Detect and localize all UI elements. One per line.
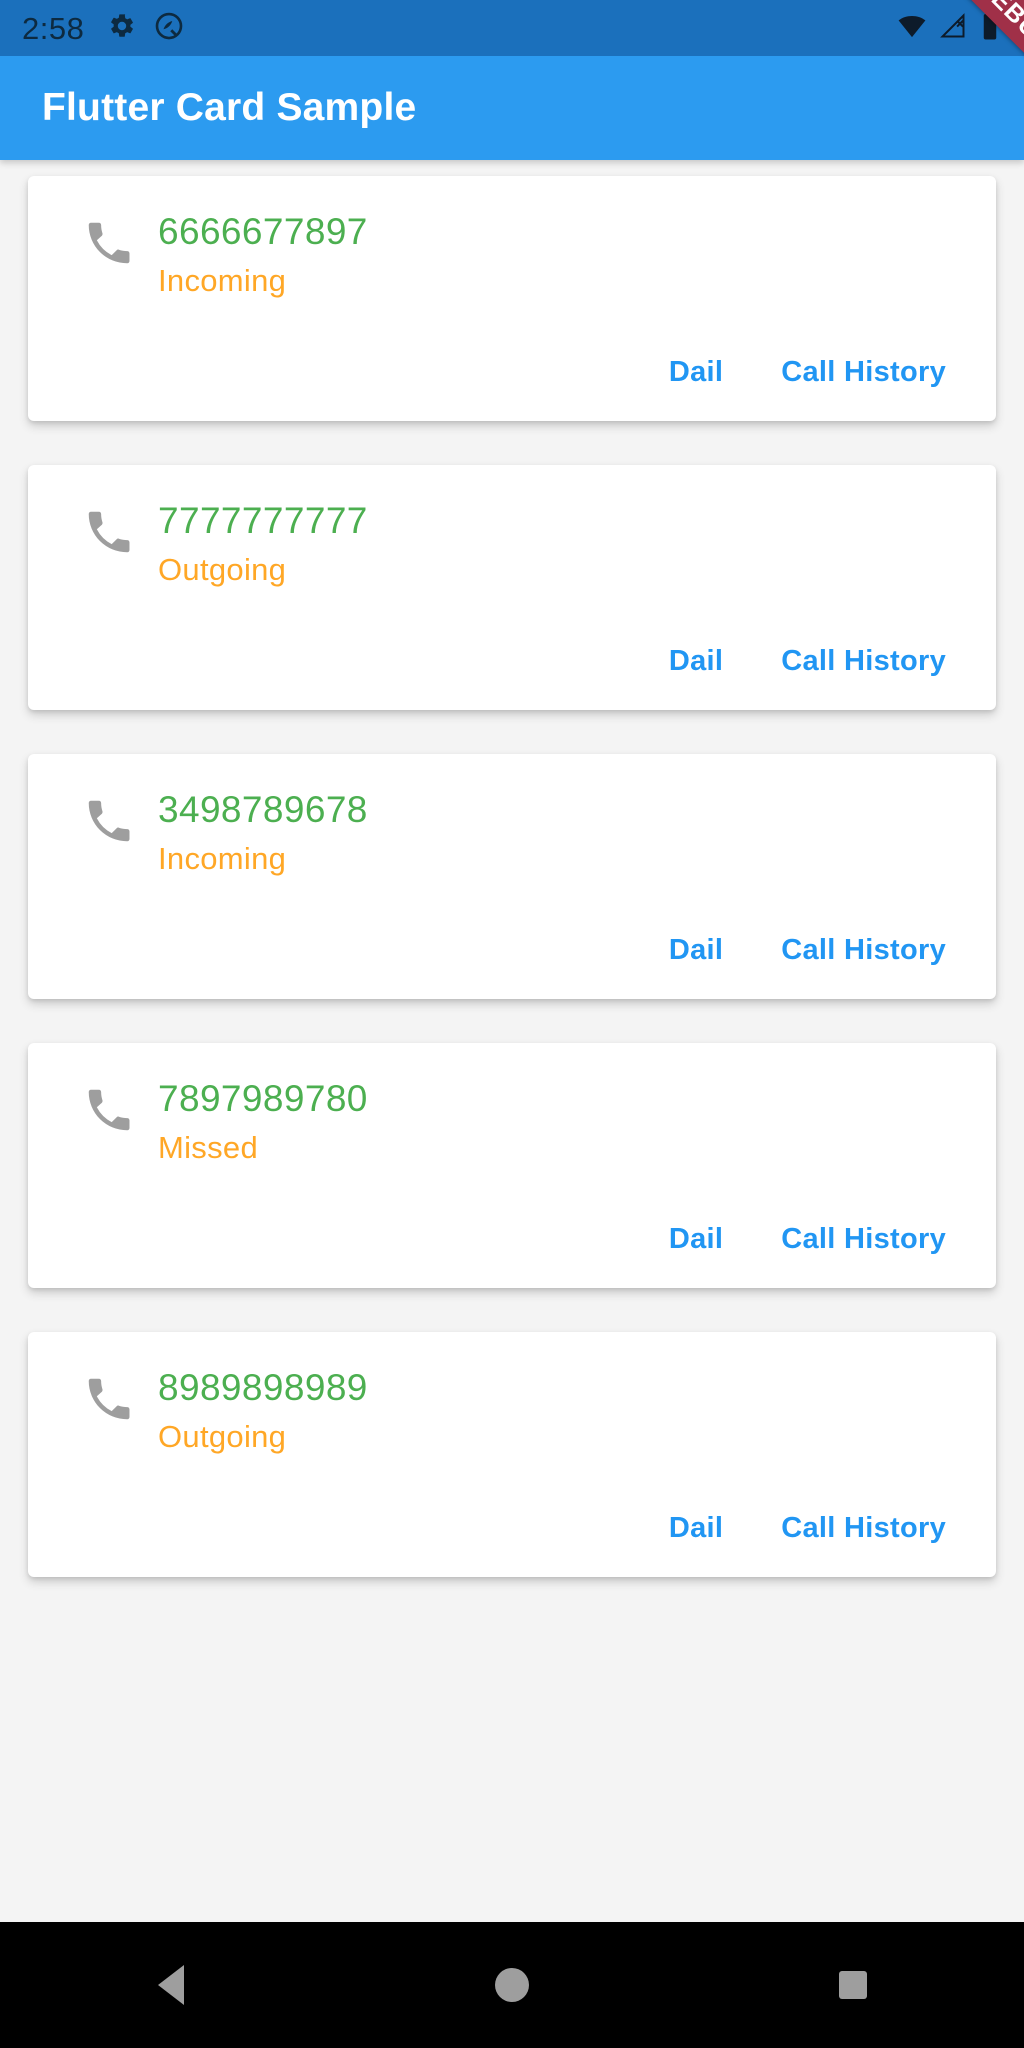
call-history-button[interactable]: Call History xyxy=(763,635,964,688)
call-card-header: 6666677897 Incoming xyxy=(54,210,970,302)
phone-icon xyxy=(78,216,140,270)
call-card[interactable]: 7777777777 Outgoing Dail Call History xyxy=(28,465,996,710)
circle-home-icon xyxy=(494,1968,529,2002)
status-bar-clock: 2:58 xyxy=(22,10,85,46)
phone-icon xyxy=(78,505,140,559)
call-status: Outgoing xyxy=(158,551,287,587)
wifi-icon xyxy=(896,12,928,45)
recents-button[interactable] xyxy=(778,1922,928,2048)
phone-icon xyxy=(78,794,140,848)
android-nav-bar xyxy=(0,1922,1024,2048)
call-card-actions: Dail Call History xyxy=(54,1502,970,1563)
call-number: 8989898989 xyxy=(158,1367,368,1408)
call-card-actions: Dail Call History xyxy=(54,635,970,696)
mobile-signal-off-icon xyxy=(938,12,968,45)
app-root: 2:58 Flutter Card Sample 6666677897 Inco… xyxy=(0,0,1024,2048)
call-card-actions: Dail Call History xyxy=(54,1213,970,1274)
call-card-header: 3498789678 Incoming xyxy=(54,788,970,880)
call-status: Incoming xyxy=(158,840,287,876)
card-list[interactable]: 6666677897 Incoming Dail Call History 77… xyxy=(0,160,1024,1922)
call-number: 3498789678 xyxy=(158,789,368,830)
call-card[interactable]: 6666677897 Incoming Dail Call History xyxy=(28,176,996,421)
phone-icon xyxy=(78,1372,140,1426)
call-card-actions: Dail Call History xyxy=(54,924,970,985)
dial-button[interactable]: Dail xyxy=(651,635,741,688)
call-history-button[interactable]: Call History xyxy=(763,1213,964,1266)
call-history-button[interactable]: Call History xyxy=(763,346,964,399)
call-card-text: 7777777777 Outgoing xyxy=(158,499,368,591)
triangle-back-icon xyxy=(157,1965,184,2005)
call-card-text: 6666677897 Incoming xyxy=(158,210,368,302)
gear-icon xyxy=(108,12,136,45)
call-card-header: 7897989780 Missed xyxy=(54,1077,970,1169)
square-recents-icon xyxy=(839,1971,868,1999)
call-history-button[interactable]: Call History xyxy=(763,924,964,977)
call-card[interactable]: 3498789678 Incoming Dail Call History xyxy=(28,754,996,999)
call-status: Missed xyxy=(158,1129,258,1165)
status-bar: 2:58 xyxy=(0,0,1024,56)
quick-settings-circle-icon xyxy=(154,11,184,46)
call-card-text: 7897989780 Missed xyxy=(158,1077,368,1169)
call-card-header: 7777777777 Outgoing xyxy=(54,499,970,591)
app-bar: Flutter Card Sample xyxy=(0,56,1024,160)
call-number: 7897989780 xyxy=(158,1078,368,1119)
phone-icon xyxy=(78,1083,140,1137)
battery-icon xyxy=(978,11,1002,46)
call-card-actions: Dail Call History xyxy=(54,346,970,407)
call-status: Outgoing xyxy=(158,1418,287,1454)
dial-button[interactable]: Dail xyxy=(651,1213,741,1266)
call-card-text: 8989898989 Outgoing xyxy=(158,1366,368,1458)
call-card-text: 3498789678 Incoming xyxy=(158,788,368,880)
status-bar-right-icons xyxy=(896,11,1008,46)
home-button[interactable] xyxy=(437,1922,587,2048)
call-status: Incoming xyxy=(158,262,287,298)
call-card[interactable]: 7897989780 Missed Dail Call History xyxy=(28,1043,996,1288)
call-card[interactable]: 8989898989 Outgoing Dail Call History xyxy=(28,1332,996,1577)
app-bar-title: Flutter Card Sample xyxy=(42,86,417,129)
dial-button[interactable]: Dail xyxy=(651,346,741,399)
back-button[interactable] xyxy=(96,1922,246,2048)
call-number: 7777777777 xyxy=(158,500,368,541)
dial-button[interactable]: Dail xyxy=(651,924,741,977)
call-history-button[interactable]: Call History xyxy=(763,1502,964,1555)
call-card-header: 8989898989 Outgoing xyxy=(54,1366,970,1458)
dial-button[interactable]: Dail xyxy=(651,1502,741,1555)
status-bar-left-icons xyxy=(108,11,184,46)
call-number: 6666677897 xyxy=(158,211,368,252)
